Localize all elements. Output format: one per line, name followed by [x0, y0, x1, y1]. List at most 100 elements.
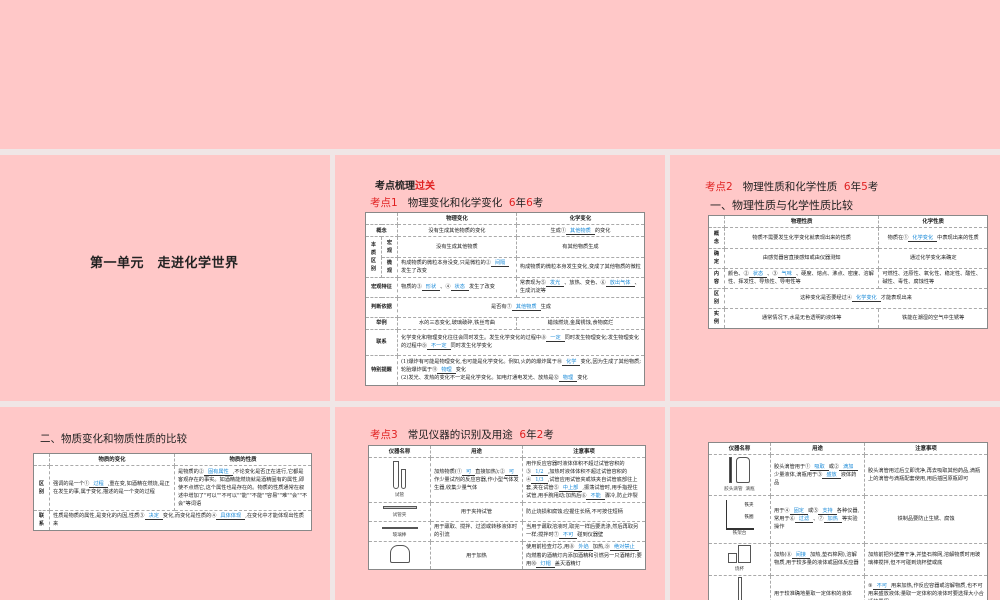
text: 变化: [577, 375, 588, 382]
slide-properties[interactable]: 考点2 物理性质和化学性质 6年5考 一、物理性质与化学性质比较 物理性质 化学性…: [670, 155, 1000, 401]
instrument-table: 仪器名称 用途 注意事项 试管 加热物质(① 可直接加热);② 可作少量试剂的反应容器,作…: [368, 444, 646, 571]
exam-unit: 考: [532, 197, 544, 209]
answer-blank: 不可: [872, 582, 892, 590]
answer-blank: 中上部: [558, 485, 583, 493]
cell: (1)爆炸有可能是物理变化,也可能是化学变化。例如,火药的爆炸属于⑩ 化学 变化,因…: [397, 354, 645, 386]
table-row: 烧杯 加热(⑧ 间接 加热,垫石棉网),溶解物质,用于较多量的液体或固体反应器 加热前把…: [708, 542, 988, 576]
slide-instruments-2[interactable]: 仪器名称 用途 注意事项 胶头滴管 滴瓶 胶头滴管用于① 吸取 或② 滴加少量液体,滴瓶用于…: [670, 407, 1000, 600]
text: 常表现为⑤: [519, 280, 546, 287]
answer-blank: 1/3: [531, 477, 548, 484]
cell: 防止烧损和腐蚀;应握住长柄,不可按住短柄: [522, 501, 646, 522]
answer-blank: 外焰: [574, 544, 593, 552]
topic-title: 考点1 物理变化和化学变化 6年6考: [370, 195, 543, 210]
years-unit: 年: [850, 181, 862, 193]
cell: 物质的③ 形状 、④ 状态 发生了改变: [397, 276, 517, 298]
row-label: 确定: [708, 247, 725, 269]
slide-comparison[interactable]: 二、物质变化和物质性质的比较 物质的变化 物质的性质 区别 强调的是一个① 过程 ,重在…: [0, 407, 330, 600]
table-row: 铁夹 铁圈 铁架台 用于④ 固定 或⑤ 支持 各种仪器,常用于⑥ 过滤 、⑦ 加热 等实验操作 铁制品要…: [708, 494, 988, 544]
text: (2)发光、发热的变化不一定是化学变化。如电灯通电发光、放热是⑫: [401, 375, 559, 382]
cell: 用作反应容器时液体体积不超过试管容积的③ 1/2 ,加热时液体体积不超过试管容积的④…: [522, 457, 646, 503]
table-row: 胶头滴管 滴瓶 胶头滴管用于① 吸取 或② 滴加少量液体,滴瓶用于③ 盛放 液体药品 胶头滴管…: [708, 454, 988, 496]
instrument-name: 滴瓶: [745, 486, 755, 492]
instrument-name: 试管夹: [392, 513, 407, 519]
dropper-bottle-icon: [736, 456, 751, 483]
answer-blank: 固有属性: [203, 468, 233, 476]
row-label: 本质区别: [365, 236, 382, 278]
text: 是否有⑦: [491, 304, 512, 311]
cell: 蜡烛燃烧,金属锈蚀,食物腐烂: [515, 316, 646, 330]
text: 物质的③: [401, 284, 422, 291]
test-tube-icon: [400, 468, 406, 489]
iron-stand-icon: 铁夹 铁圈: [725, 500, 754, 531]
note-1: (1)爆炸有可能是物理变化,也可能是化学变化。例如,火药的爆炸属于⑩ 化学 变化,因…: [401, 358, 641, 375]
slide-physical-chemical-change[interactable]: 考点梳理过关 考点1 物理变化和化学变化 6年6考 物理变化 化学变化 概念 没有生…: [335, 155, 665, 401]
cell: ⑨ 不可 用来加热,作反应容器或溶解物质,也不可用来盛放液体;量取一定体积的液体时要…: [864, 574, 988, 600]
row-label: 内容: [708, 267, 725, 289]
property-table: 物理性质 化学性质 概念 物质不需要发生化学变化就表现出来的性质 物质在① 化学变化 中表…: [708, 214, 988, 330]
text: 同时发生化学变化: [450, 343, 493, 350]
slide-unit-title[interactable]: 第一单元 走进化学世界: [0, 155, 330, 401]
text: 发生了改变: [468, 284, 495, 291]
answer-blank: 不可: [558, 532, 578, 540]
cell: 物质在① 化学变化 中表现出来的性质: [878, 227, 988, 249]
col-header: 物理性质: [723, 214, 880, 229]
exam-unit: 考: [543, 429, 554, 441]
slide-instruments-1[interactable]: 考点3 常见仪器的识别及用途 6年2考 仪器名称 用途 注意事项 试管 加热物质(① 可…: [335, 407, 665, 600]
row-sublabel: 微观: [381, 256, 398, 278]
answer-blank: 化学: [562, 359, 581, 367]
heading-highlight: 过关: [415, 181, 435, 192]
subheading: 二、物质变化和物质性质的比较: [40, 433, 187, 445]
col-header: 用途: [430, 444, 523, 459]
instrument-cell: [708, 574, 771, 600]
answer-blank: 不能: [586, 493, 605, 501]
text: 强调的是一个①: [53, 480, 90, 487]
cell: 胶头滴管用于① 吸取 或② 滴加少量液体,滴瓶用于③ 盛放 液体药品: [770, 454, 865, 496]
cell: 是物质的② 固有属性 ,不论变化是否正在进行,它都是客观存在的事实。如酒精能燃烧就是…: [174, 465, 312, 511]
row-label: 概念: [365, 224, 398, 238]
answer-blank: 1/2: [531, 468, 548, 476]
cell: 用于较准确地量取一定体积的液体: [770, 574, 865, 600]
col-header: 仪器名称: [368, 444, 431, 459]
cell: 有其他物质生成: [515, 236, 646, 258]
instrument-cell: 烧杯: [708, 542, 771, 576]
row-label: 概念: [708, 227, 725, 249]
cell: 常表现为⑤ 发光 、放热、变色、⑥ 放出气体 、生成沉淀等: [515, 276, 646, 298]
text: 用于④: [774, 507, 790, 514]
answer-blank: 气味: [777, 271, 796, 279]
table-row: 用于加热 使用前检查灯芯,用⑧ 外焰 加热,⑨ 绝对禁止向燃着的酒精灯内添加酒精和引燃另…: [368, 540, 646, 571]
dropper-icon: [728, 456, 732, 483]
answer-blank: 过滤: [794, 516, 814, 524]
col-header: 物质的性质: [174, 452, 312, 467]
text: 生成①: [550, 227, 567, 234]
col-header: 化学性质: [878, 214, 988, 229]
topic-title: 考点3 常见仪器的识别及用途 6年2考: [370, 427, 554, 442]
instrument-cell: [368, 540, 431, 571]
row-label: 联系: [33, 509, 50, 531]
answer-blank: 状态: [450, 284, 469, 292]
instrument-cell: 铁夹 铁圈 铁架台: [708, 494, 771, 544]
years-unit: 年: [526, 429, 537, 441]
col-header: 物质的变化: [49, 452, 175, 467]
row-label: 特别提醒: [365, 354, 398, 386]
note-2: (2)发光、发热的变化不一定是化学变化。如电灯通电发光、放热是⑫ 物理 变化: [401, 374, 641, 383]
topic-name: 物理变化和化学变化: [407, 197, 503, 209]
cell: 加热物质(① 可直接加热);② 可作少量试剂的反应容器,作小型气体发生器,收集少量气…: [430, 457, 523, 503]
cell: 由感觉器官直接感知或由仪器测知: [723, 247, 880, 269]
cell: 颜色、② 状态 、③ 气味 、硬度、熔点、沸点、密度、溶解性、挥发性、导热性、导电性等: [723, 267, 880, 289]
answer-blank: 其他物质: [566, 227, 595, 235]
cell: 用于夹持试管: [430, 501, 523, 522]
text: 加热物质(①: [434, 468, 462, 475]
text: 中表现出来的性质: [937, 234, 979, 241]
cell: 通常情况下,水是无色透明的液体等: [723, 307, 880, 330]
text: 生成: [540, 304, 551, 311]
text: 胶头滴管用于①: [774, 463, 811, 470]
answer-blank: 滴加: [839, 463, 858, 471]
answer-blank: 物理: [437, 367, 456, 375]
section-heading: 考点梳理过关: [375, 177, 435, 192]
cell: 通过化学变化来确定: [878, 247, 988, 269]
answer-blank: 间接: [791, 552, 810, 560]
unit-title: 第一单元 走进化学世界: [90, 256, 239, 271]
answer-blank: 其他物质: [511, 304, 541, 312]
text: 少量液体,滴瓶用于③: [774, 471, 823, 478]
answer-blank: 不一定: [426, 343, 451, 351]
